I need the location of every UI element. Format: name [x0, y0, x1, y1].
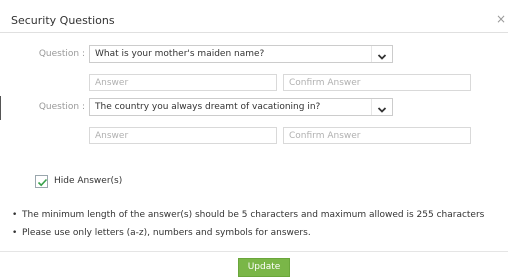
question-2-answer-input[interactable] [89, 127, 277, 144]
dialog-title: Security Questions [11, 14, 115, 27]
note-item: • Please use only letters (a-z), numbers… [12, 224, 502, 242]
bullet: • [12, 210, 18, 220]
hide-answers-checkbox[interactable] [35, 175, 48, 188]
question-1-answer-input[interactable] [89, 74, 277, 91]
select-separator [371, 46, 372, 62]
footer-divider [0, 251, 508, 252]
update-button[interactable]: Update [238, 258, 290, 277]
checkmark-icon [37, 178, 48, 187]
note-text: Please use only letters (a-z), numbers a… [22, 228, 311, 238]
hide-answers-label[interactable]: Hide Answer(s) [54, 175, 122, 188]
background-edge [0, 96, 1, 120]
question-2-selected-value: The country you always dreamt of vacatio… [95, 102, 321, 112]
question-1-confirm-answer-input[interactable] [283, 74, 471, 91]
question-1-select[interactable]: What is your mother's maiden name? [89, 45, 393, 63]
notes-list: • The minimum length of the answer(s) sh… [12, 206, 502, 242]
question-2-confirm-answer-input[interactable] [283, 127, 471, 144]
note-text: The minimum length of the answer(s) shou… [22, 210, 485, 220]
dialog-header: Security Questions × [0, 0, 508, 44]
security-questions-dialog: Security Questions × Question : What is … [0, 0, 508, 280]
question-2-select[interactable]: The country you always dreamt of vacatio… [89, 98, 393, 116]
bullet: • [12, 228, 18, 238]
chevron-down-icon[interactable] [375, 48, 389, 60]
header-divider [0, 32, 508, 33]
close-icon[interactable]: × [496, 13, 506, 25]
question-1-selected-value: What is your mother's maiden name? [95, 49, 265, 59]
question-2-label: Question : [38, 102, 85, 112]
select-separator [371, 99, 372, 115]
note-item: • The minimum length of the answer(s) sh… [12, 206, 502, 224]
question-1-label: Question : [38, 49, 85, 59]
chevron-down-icon[interactable] [375, 101, 389, 113]
